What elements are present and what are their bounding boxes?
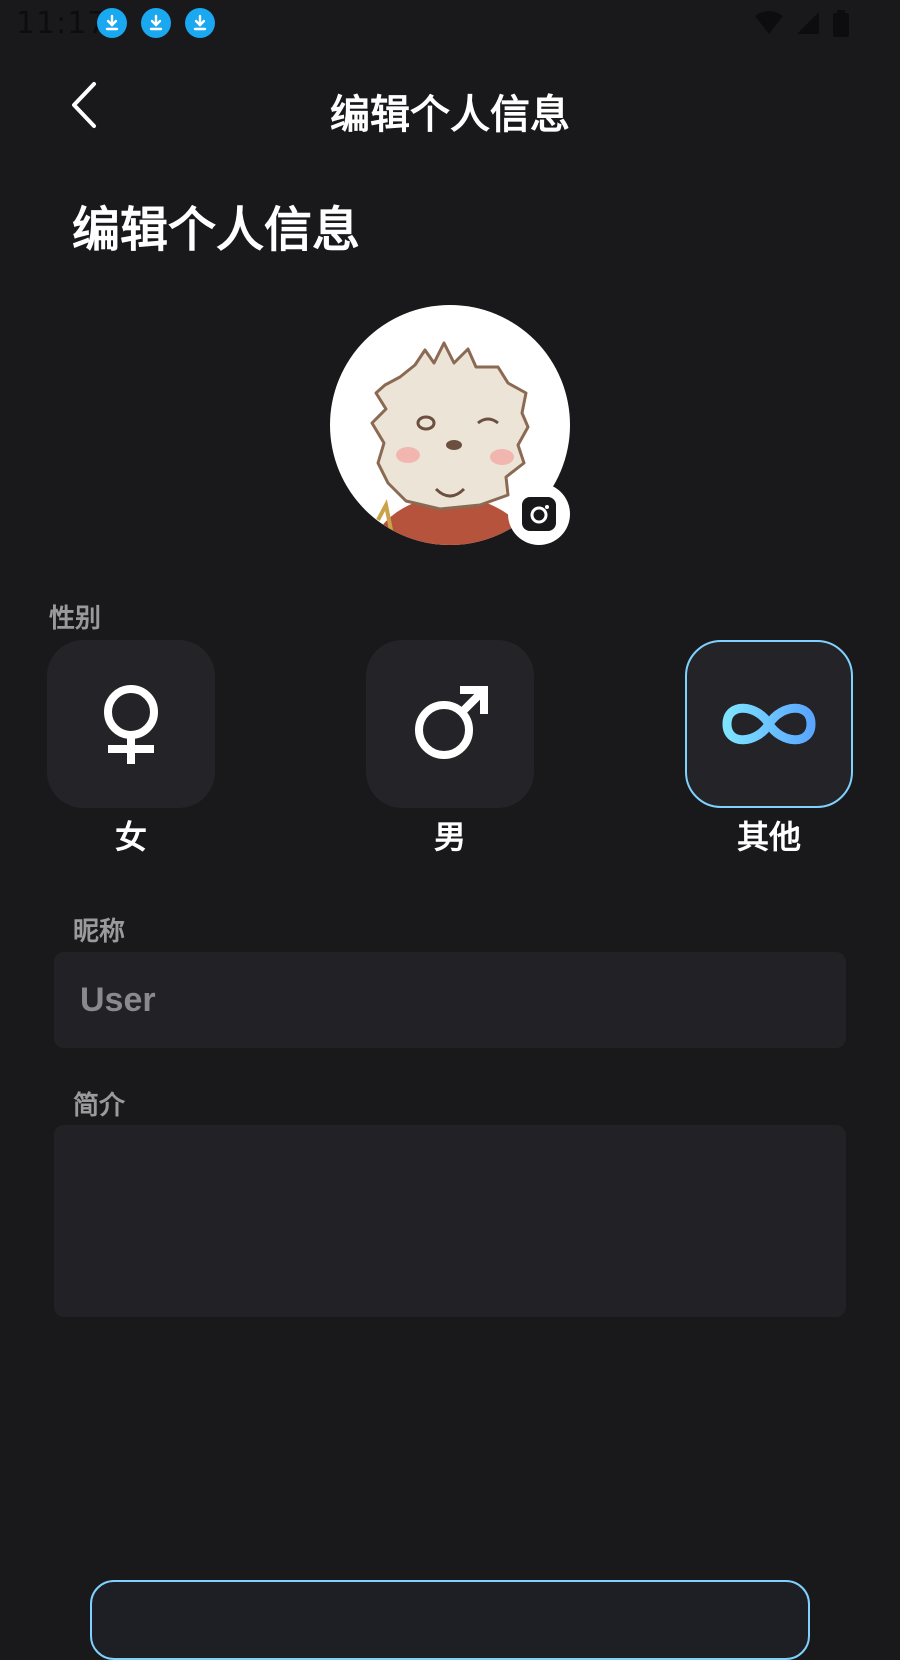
system-icons — [748, 10, 850, 38]
gender-option-male-label: 男 — [433, 818, 466, 856]
infinity-icon — [722, 703, 816, 745]
nickname-label: 昵称 — [73, 917, 126, 947]
female-symbol-icon — [104, 685, 158, 764]
gender-option-female[interactable] — [47, 640, 215, 808]
gender-option-other[interactable] — [685, 640, 853, 808]
status-time: 11:17 — [16, 6, 108, 41]
download-notification-icon — [97, 8, 127, 38]
signal-icon — [796, 12, 819, 34]
bio-input[interactable] — [54, 1125, 846, 1317]
download-notification-icon — [141, 8, 171, 38]
save-button[interactable] — [90, 1580, 810, 1660]
header-title: 编辑个人信息 — [330, 92, 570, 138]
bio-label: 简介 — [73, 1091, 126, 1121]
male-symbol-icon — [415, 686, 488, 759]
gender-label: 性别 — [49, 604, 102, 634]
gender-option-female-label: 女 — [114, 818, 147, 856]
gender-option-male[interactable] — [366, 640, 534, 808]
change-avatar-button[interactable] — [508, 483, 570, 545]
battery-icon — [833, 10, 849, 37]
page-title: 编辑个人信息 — [72, 202, 361, 258]
download-notification-icon — [185, 8, 215, 38]
gender-option-other-label: 其他 — [736, 818, 801, 856]
wifi-icon — [754, 11, 783, 34]
top-app-bar: 编辑个人信息 — [0, 70, 900, 140]
nickname-input[interactable] — [54, 952, 846, 1048]
status-bar: 11:17 — [0, 0, 900, 48]
camera-icon — [522, 497, 556, 531]
